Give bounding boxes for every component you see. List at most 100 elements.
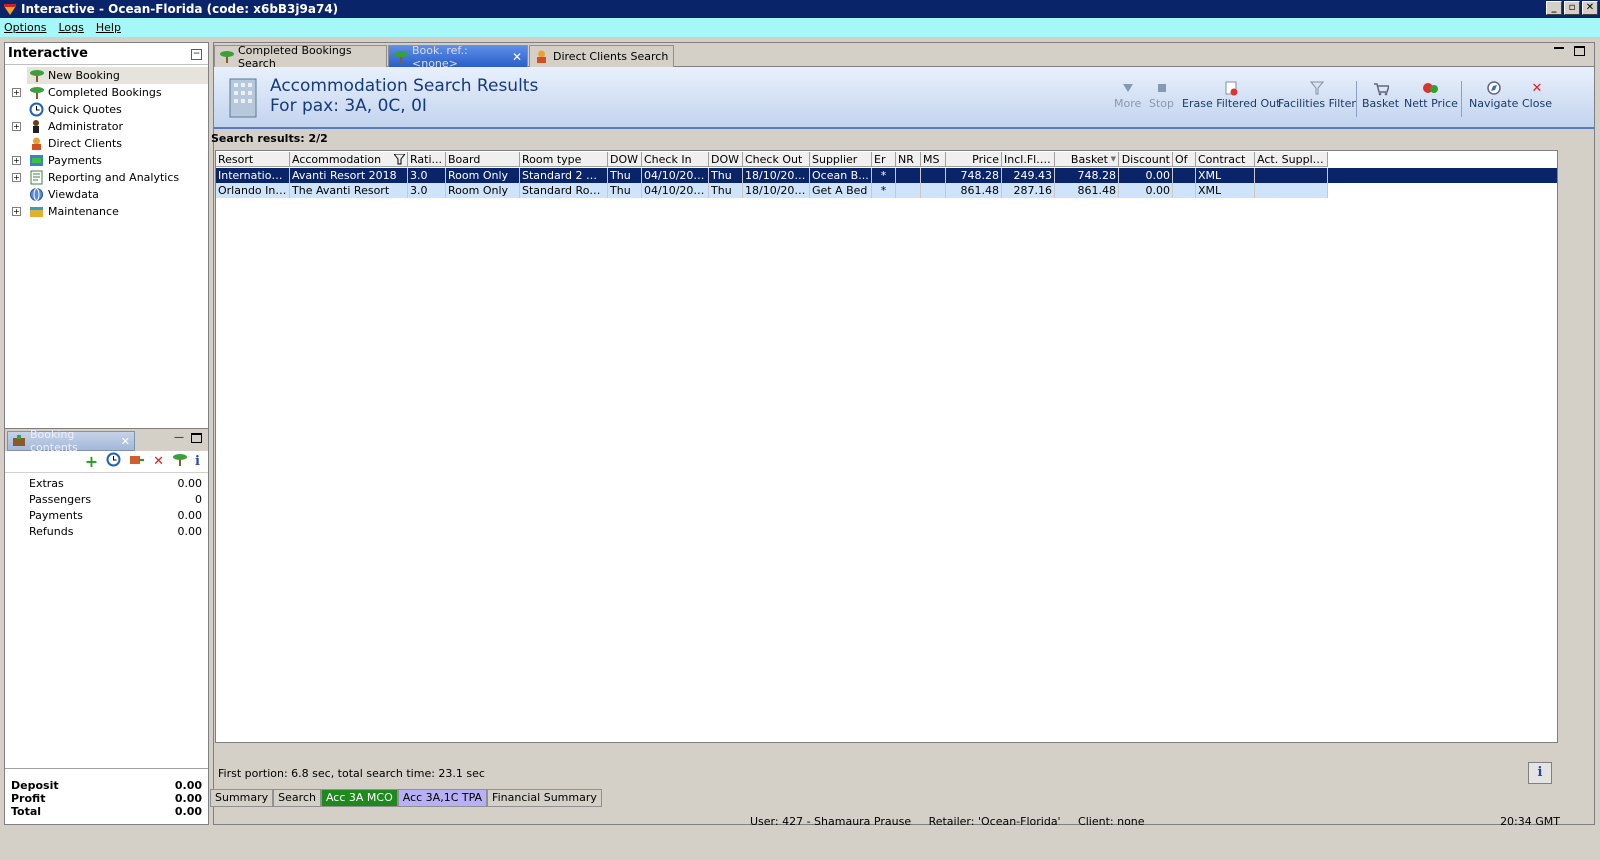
palm-tree-icon[interactable]	[172, 452, 188, 471]
table-row[interactable]: Internation... Avanti Resort 2018 3.0 Ro…	[216, 168, 1557, 183]
expand-icon[interactable]: +	[12, 122, 21, 131]
expand-icon[interactable]: +	[12, 207, 21, 216]
erase-filtered-out-button[interactable]: Erase Filtered Out	[1182, 79, 1280, 110]
tree-item-viewdata[interactable]: Viewdata	[5, 186, 208, 203]
info-button[interactable]: i	[1528, 762, 1552, 784]
column-header-act-supplier[interactable]: Act. Supplier	[1255, 152, 1328, 167]
menu-logs[interactable]: Logs	[58, 21, 83, 34]
tree-item-maintenance[interactable]: + Maintenance	[5, 203, 208, 220]
column-header-price[interactable]: Price	[946, 152, 1002, 167]
search-time-status: First portion: 6.8 sec, total search tim…	[218, 767, 485, 780]
filter-icon[interactable]	[392, 153, 407, 166]
maximize-panel-icon[interactable]	[191, 433, 202, 443]
basket-label: Basket	[1362, 97, 1400, 110]
restore-button[interactable]: ▫	[1564, 1, 1580, 15]
column-header-incl-fl-pp[interactable]: Incl.Fl.PP	[1002, 152, 1055, 167]
column-header-resort[interactable]: Resort	[216, 152, 290, 167]
cell-nr	[896, 183, 921, 198]
cell-check-out: 18/10/2018	[745, 183, 810, 198]
cell-nr	[896, 168, 921, 183]
expand-icon[interactable]: +	[12, 173, 21, 182]
cell-basket: 748.28	[1055, 168, 1119, 183]
table-row[interactable]: Orlando Int... The Avanti Resort 3.0 Roo…	[216, 183, 1328, 198]
nett-price-button[interactable]: Nett Price	[1404, 79, 1458, 110]
column-header-contract[interactable]: Contract	[1196, 152, 1255, 167]
booking-row-payments: Payments 0.00	[5, 507, 208, 523]
column-header-er[interactable]: Er	[872, 152, 896, 167]
collapse-panel-button[interactable]: −	[191, 49, 202, 60]
column-header-dow[interactable]: DOW	[709, 152, 743, 167]
column-header-of[interactable]: Of	[1173, 152, 1196, 167]
tab-search[interactable]: Search	[273, 789, 321, 807]
expand-icon[interactable]: +	[12, 88, 21, 97]
tab-completed-bookings-search[interactable]: Completed Bookings Search	[214, 44, 387, 70]
close-results-button[interactable]: ✕ Close	[1522, 79, 1552, 111]
close-window-button[interactable]: ✕	[1582, 1, 1598, 15]
client-icon	[29, 136, 44, 151]
column-header-rating[interactable]: Rati...	[408, 152, 446, 167]
column-header-accommodation[interactable]: Accommodation	[290, 152, 408, 167]
cell-resort: Orlando Int...	[218, 183, 290, 198]
close-tab-icon[interactable]: ✕	[121, 435, 130, 448]
status-bar: User: 427 - Shamaura Prause Retailer: 'O…	[0, 813, 1600, 833]
cell-room-type: Standard 2 Qu...	[522, 168, 608, 183]
user-info: User: 427 - Shamaura Prause Retailer: 'O…	[750, 815, 1145, 828]
tree-item-label: Quick Quotes	[48, 103, 122, 116]
navigation-tree: New Booking + Completed Bookings Quick Q…	[5, 65, 208, 220]
column-header-room-type[interactable]: Room type	[520, 152, 608, 167]
tree-item-label: Reporting and Analytics	[48, 171, 180, 184]
close-tab-icon[interactable]: ✕	[512, 50, 522, 64]
cell-contract: XML	[1196, 183, 1255, 198]
menu-help[interactable]: Help	[96, 21, 121, 34]
tree-item-new-booking[interactable]: New Booking	[27, 67, 208, 84]
page-title: Accommodation Search Results	[270, 76, 539, 96]
tab-acc-3a-mco[interactable]: Acc 3A MCO	[320, 789, 398, 807]
tree-item-completed-bookings[interactable]: + Completed Bookings	[5, 84, 208, 101]
menu-options[interactable]: Options	[4, 21, 46, 34]
stop-button[interactable]: Stop	[1149, 79, 1174, 110]
transfer-icon[interactable]	[129, 453, 145, 471]
info-icon[interactable]: i	[195, 454, 200, 469]
column-header-discount[interactable]: Discount	[1119, 152, 1173, 167]
cell-act-supplier	[1255, 168, 1328, 183]
column-header-basket[interactable]: Basket ▼	[1055, 152, 1119, 167]
tree-item-quick-quotes[interactable]: Quick Quotes	[5, 101, 208, 118]
add-icon[interactable]: +	[85, 452, 98, 471]
cell-ms	[921, 168, 946, 183]
compass-icon	[1486, 79, 1502, 97]
booking-contents-tab[interactable]: Booking contents ✕	[7, 428, 135, 454]
column-header-check-out[interactable]: Check Out	[743, 152, 810, 167]
cell-dow-in: Thu	[608, 168, 642, 183]
column-header-dow[interactable]: DOW	[608, 152, 642, 167]
tree-item-payments[interactable]: + Payments	[5, 152, 208, 169]
tree-item-reporting-and-analytics[interactable]: + Reporting and Analytics	[5, 169, 208, 186]
tree-item-label: Administrator	[48, 120, 123, 133]
tab-direct-clients-search[interactable]: Direct Clients Search	[529, 45, 674, 67]
minimize-button[interactable]: _	[1546, 1, 1562, 15]
clock-icon[interactable]	[106, 452, 121, 471]
column-header-supplier[interactable]: Supplier	[810, 152, 872, 167]
column-header-nr[interactable]: NR	[896, 152, 921, 167]
more-button[interactable]: More	[1114, 79, 1141, 110]
tree-item-direct-clients[interactable]: Direct Clients	[5, 135, 208, 152]
maximize-document-icon[interactable]	[1574, 46, 1585, 56]
basket-button[interactable]: Basket	[1362, 79, 1399, 110]
cell-er: *	[872, 183, 896, 198]
cell-check-in: 04/10/2018	[644, 168, 709, 183]
minimize-panel-icon[interactable]: —	[174, 432, 184, 443]
expand-icon[interactable]: +	[12, 156, 21, 165]
tab-summary[interactable]: Summary	[210, 789, 274, 807]
tree-item-administrator[interactable]: + Administrator	[5, 118, 208, 135]
column-header-check-in[interactable]: Check In	[642, 152, 709, 167]
facilities-filter-button[interactable]: Facilities Filter	[1278, 79, 1356, 110]
tab-acc-3a-1c-tpa[interactable]: Acc 3A,1C TPA	[397, 789, 488, 807]
minimize-document-icon[interactable]	[1554, 47, 1564, 49]
palm-tree-icon	[29, 85, 44, 100]
tab-booking-ref[interactable]: Book. ref.: <none> ✕	[388, 44, 528, 70]
column-header-board[interactable]: Board	[446, 152, 520, 167]
column-header-ms[interactable]: MS	[921, 152, 946, 167]
tab-financial-summary[interactable]: Financial Summary	[487, 789, 602, 807]
navigate-button[interactable]: Navigate	[1469, 79, 1518, 110]
row-label: Refunds	[29, 524, 74, 538]
delete-icon[interactable]: ✕	[153, 454, 164, 469]
